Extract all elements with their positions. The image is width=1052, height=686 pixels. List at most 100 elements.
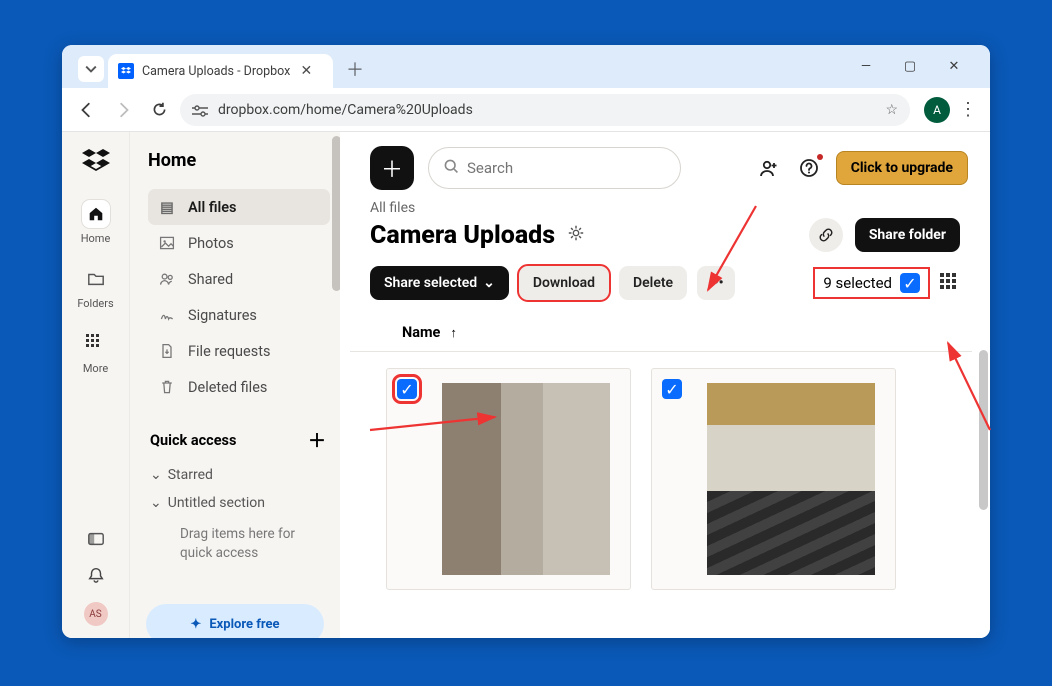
column-label: Name — [402, 324, 440, 341]
nav-all-files[interactable]: ▤All files — [148, 189, 330, 225]
url-text: dropbox.com/home/Camera%20Uploads — [218, 102, 473, 118]
app-content: Home Folders More AS — [62, 132, 990, 638]
folder-settings-icon[interactable] — [567, 224, 585, 246]
rail-item-folders[interactable]: Folders — [68, 257, 124, 318]
dropbox-logo-icon[interactable] — [81, 146, 111, 176]
browser-window: Camera Uploads - Dropbox ✕ ＋ — ▢ ✕ — [62, 45, 990, 638]
forward-button[interactable] — [108, 95, 138, 125]
all-files-icon: ▤ — [158, 199, 176, 216]
rail-item-home[interactable]: Home — [68, 192, 124, 253]
home-icon — [82, 200, 110, 228]
delete-button[interactable]: Delete — [619, 266, 687, 300]
view-grid-icon[interactable] — [940, 273, 960, 293]
sidebar-heading: Home — [148, 150, 330, 171]
selection-label: 9 selected — [823, 274, 892, 292]
add-quick-access-button[interactable]: ＋ — [308, 427, 326, 453]
section-label: Starred — [168, 467, 213, 483]
user-avatar[interactable]: AS — [84, 602, 108, 626]
nav-file-requests[interactable]: File requests — [148, 333, 330, 369]
nav-label: File requests — [188, 343, 270, 360]
breadcrumb[interactable]: All files — [340, 198, 990, 216]
folder-icon — [82, 265, 110, 293]
chevron-down-icon: ⌄ — [483, 275, 495, 291]
new-tab-button[interactable]: ＋ — [341, 55, 369, 83]
trash-icon — [158, 379, 176, 395]
panel-toggle-icon[interactable] — [87, 530, 105, 552]
main-scrollbar[interactable] — [979, 350, 988, 510]
nav-label: Photos — [188, 235, 234, 252]
sparkle-icon: ✦ — [190, 617, 201, 632]
browser-tab[interactable]: Camera Uploads - Dropbox ✕ — [108, 54, 333, 88]
signatures-icon — [158, 307, 176, 323]
window-close-icon[interactable]: ✕ — [944, 59, 964, 74]
nav-shared[interactable]: Shared — [148, 261, 330, 297]
nav-label: Shared — [188, 271, 233, 288]
tab-search-button[interactable] — [78, 56, 104, 82]
file-thumbnail — [707, 383, 875, 575]
rail-label: More — [83, 362, 108, 375]
chevron-down-icon: ⌄ — [150, 467, 162, 483]
column-header-name[interactable]: Name ↑ — [350, 316, 972, 352]
sort-arrow-up-icon: ↑ — [450, 325, 457, 341]
rail-label: Folders — [77, 297, 113, 310]
drag-hint: Drag items here for quick access — [148, 517, 330, 571]
notifications-icon[interactable] — [87, 566, 105, 588]
sidebar: Home ▤All files Photos Shared Signatures… — [130, 132, 340, 638]
nav-label: Deleted files — [188, 379, 267, 396]
dropbox-favicon — [118, 63, 134, 79]
reload-button[interactable] — [144, 95, 174, 125]
file-gallery: ✓ ✓ — [340, 352, 990, 590]
window-minimize-icon[interactable]: — — [856, 59, 876, 74]
page-title: Camera Uploads — [370, 221, 555, 250]
chevron-down-icon: ⌄ — [150, 495, 162, 511]
share-selected-button[interactable]: Share selected ⌄ — [370, 266, 509, 300]
shared-icon — [158, 271, 176, 287]
file-checkbox[interactable]: ✓ — [397, 379, 417, 399]
invite-icon[interactable] — [756, 155, 782, 181]
url-field[interactable]: dropbox.com/home/Camera%20Uploads ☆ — [180, 94, 910, 126]
tab-strip: Camera Uploads - Dropbox ✕ ＋ — ▢ ✕ — [62, 45, 990, 88]
more-actions-button[interactable]: ••• — [697, 266, 735, 300]
create-button[interactable]: ＋ — [370, 146, 414, 190]
browser-profile-avatar[interactable]: A — [924, 97, 950, 123]
explore-free-button[interactable]: ✦ Explore free — [146, 604, 324, 638]
site-settings-icon[interactable] — [192, 104, 208, 116]
tab-title: Camera Uploads - Dropbox — [142, 64, 290, 79]
rail-item-more[interactable]: More — [68, 322, 124, 383]
apps-grid-icon — [82, 330, 110, 358]
nav-photos[interactable]: Photos — [148, 225, 330, 261]
section-starred[interactable]: ⌄ Starred — [148, 461, 330, 489]
search-input[interactable] — [467, 159, 666, 177]
selection-count[interactable]: 9 selected ✓ — [815, 269, 928, 297]
upgrade-button[interactable]: Click to upgrade — [836, 151, 968, 185]
copy-link-button[interactable] — [809, 218, 843, 252]
file-card[interactable]: ✓ — [386, 368, 631, 590]
select-all-checkbox[interactable]: ✓ — [900, 273, 920, 293]
photos-icon — [158, 235, 176, 251]
search-field[interactable] — [428, 147, 681, 189]
sidebar-scrollbar[interactable] — [328, 132, 340, 638]
search-icon — [443, 158, 459, 178]
file-requests-icon — [158, 343, 176, 359]
browser-menu-icon[interactable]: ⋮ — [956, 99, 980, 120]
address-bar: dropbox.com/home/Camera%20Uploads ☆ A ⋮ — [62, 88, 990, 132]
file-checkbox[interactable]: ✓ — [662, 379, 682, 399]
btn-label: Share selected — [384, 275, 477, 291]
bookmark-star-icon[interactable]: ☆ — [885, 102, 898, 118]
share-folder-button[interactable]: Share folder — [855, 218, 960, 252]
close-tab-icon[interactable]: ✕ — [298, 63, 314, 79]
rail-label: Home — [81, 232, 111, 245]
help-icon[interactable] — [796, 155, 822, 181]
download-button[interactable]: Download — [519, 266, 609, 300]
nav-deleted-files[interactable]: Deleted files — [148, 369, 330, 405]
left-rail: Home Folders More AS — [62, 132, 130, 638]
nav-signatures[interactable]: Signatures — [148, 297, 330, 333]
section-untitled[interactable]: ⌄ Untitled section — [148, 489, 330, 517]
file-thumbnail — [442, 383, 610, 575]
section-label: Untitled section — [168, 495, 265, 511]
window-maximize-icon[interactable]: ▢ — [900, 59, 920, 74]
main-panel: ＋ Click to upgrade All files Camera Uplo… — [340, 132, 990, 638]
explore-label: Explore free — [209, 617, 279, 632]
back-button[interactable] — [72, 95, 102, 125]
file-card[interactable]: ✓ — [651, 368, 896, 590]
